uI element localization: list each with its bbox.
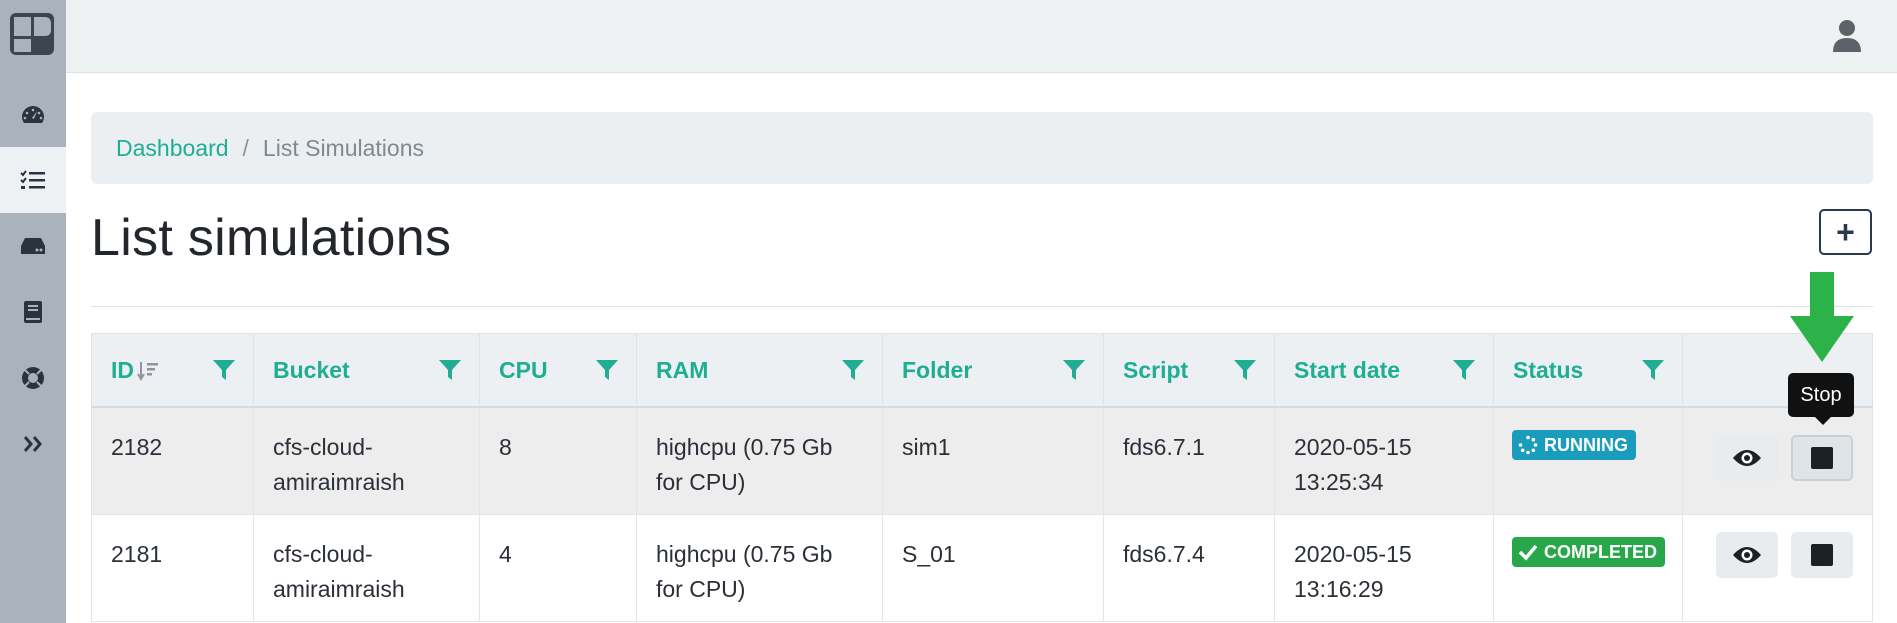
column-header-folder[interactable]: Folder bbox=[883, 334, 1104, 407]
cell-ram: highcpu (0.75 Gb for CPU) bbox=[637, 515, 883, 621]
stop-button[interactable] bbox=[1791, 532, 1853, 578]
page-title: List simulations bbox=[91, 209, 452, 267]
cell-start-date: 2020-05-15 13:16:29 bbox=[1275, 515, 1494, 621]
column-header-script[interactable]: Script bbox=[1104, 334, 1275, 407]
column-label: CPU bbox=[499, 357, 548, 383]
cell-script: fds6.7.1 bbox=[1104, 408, 1275, 514]
column-label: Script bbox=[1123, 357, 1189, 383]
cell-cpu: 8 bbox=[480, 408, 637, 514]
breadcrumb-home-link[interactable]: Dashboard bbox=[116, 135, 229, 162]
column-label: Start date bbox=[1294, 357, 1401, 383]
cell-status: RUNNING bbox=[1494, 408, 1683, 514]
sidebar bbox=[0, 0, 66, 623]
hard-drive-icon bbox=[21, 238, 45, 254]
stop-icon bbox=[1811, 447, 1833, 469]
list-check-icon bbox=[20, 170, 45, 189]
column-header-status[interactable]: Status bbox=[1494, 334, 1683, 407]
filter-icon[interactable] bbox=[1452, 358, 1476, 382]
filter-icon[interactable] bbox=[1641, 358, 1665, 382]
status-badge: RUNNING bbox=[1512, 430, 1636, 460]
stop-button[interactable] bbox=[1791, 435, 1853, 481]
breadcrumb-current: List Simulations bbox=[262, 134, 424, 161]
user-icon[interactable] bbox=[1831, 18, 1863, 54]
column-label: Bucket bbox=[273, 357, 350, 383]
filter-icon[interactable] bbox=[841, 358, 865, 382]
double-chevron-right-icon bbox=[23, 436, 42, 452]
sidebar-item-simulations[interactable] bbox=[0, 147, 66, 213]
column-header-id[interactable]: ID bbox=[92, 334, 254, 407]
status-badge: COMPLETED bbox=[1512, 537, 1666, 567]
column-label: RAM bbox=[656, 357, 709, 383]
filter-icon[interactable] bbox=[595, 358, 619, 382]
column-label: Status bbox=[1513, 357, 1584, 383]
speedometer-icon bbox=[22, 106, 44, 123]
sort-descending-icon[interactable] bbox=[137, 360, 159, 382]
view-button[interactable] bbox=[1716, 532, 1778, 578]
column-header-start-date[interactable]: Start date bbox=[1275, 334, 1494, 407]
stop-tooltip: Stop bbox=[1788, 373, 1854, 417]
arrow-down-icon bbox=[1790, 272, 1854, 362]
cell-folder: S_01 bbox=[883, 515, 1104, 621]
cell-id: 2182 bbox=[92, 408, 254, 514]
topbar bbox=[66, 0, 1897, 73]
column-header-bucket[interactable]: Bucket bbox=[254, 334, 480, 407]
filter-icon[interactable] bbox=[438, 358, 462, 382]
sidebar-item-storage[interactable] bbox=[0, 213, 66, 279]
cell-status: COMPLETED bbox=[1494, 515, 1683, 621]
cell-id: 2181 bbox=[92, 515, 254, 621]
table-row[interactable]: 2182 cfs-cloud-amiraimraish 8 highcpu (0… bbox=[91, 408, 1873, 515]
cell-bucket: cfs-cloud-amiraimraish bbox=[254, 408, 480, 514]
eye-icon bbox=[1733, 547, 1761, 563]
table-header: ID Bucket CPU RAM Folder Script Start da… bbox=[91, 333, 1873, 408]
view-button[interactable] bbox=[1716, 435, 1778, 481]
filter-icon[interactable] bbox=[1062, 358, 1086, 382]
cell-script: fds6.7.4 bbox=[1104, 515, 1275, 621]
cell-bucket: cfs-cloud-amiraimraish bbox=[254, 515, 480, 621]
sidebar-item-docs[interactable] bbox=[0, 279, 66, 345]
column-header-ram[interactable]: RAM bbox=[637, 334, 883, 407]
filter-icon[interactable] bbox=[212, 358, 236, 382]
cell-start-date: 2020-05-15 13:25:34 bbox=[1275, 408, 1494, 514]
sidebar-expand-button[interactable] bbox=[0, 411, 66, 477]
sidebar-item-dashboard[interactable] bbox=[0, 82, 66, 148]
add-simulation-button[interactable]: + bbox=[1819, 209, 1872, 255]
breadcrumb-separator: / bbox=[242, 134, 249, 161]
spinner-icon bbox=[1518, 435, 1538, 455]
filter-icon[interactable] bbox=[1233, 358, 1257, 382]
breadcrumb: Dashboard / List Simulations bbox=[91, 112, 1873, 184]
tooltip-arrow bbox=[1815, 417, 1831, 425]
cell-ram: highcpu (0.75 Gb for CPU) bbox=[637, 408, 883, 514]
cell-cpu: 4 bbox=[480, 515, 637, 621]
column-header-cpu[interactable]: CPU bbox=[480, 334, 637, 407]
column-label: Folder bbox=[902, 357, 973, 383]
app-logo[interactable] bbox=[9, 12, 55, 56]
checkmark-icon bbox=[1518, 544, 1538, 561]
book-icon bbox=[24, 301, 42, 323]
divider bbox=[91, 306, 1873, 307]
table-row[interactable]: 2181 cfs-cloud-amiraimraish 4 highcpu (0… bbox=[91, 515, 1873, 622]
lifebuoy-icon bbox=[22, 367, 44, 389]
cell-folder: sim1 bbox=[883, 408, 1104, 514]
eye-icon bbox=[1733, 450, 1761, 466]
sidebar-item-support[interactable] bbox=[0, 345, 66, 411]
stop-icon bbox=[1811, 544, 1833, 566]
column-label: ID bbox=[111, 357, 134, 383]
